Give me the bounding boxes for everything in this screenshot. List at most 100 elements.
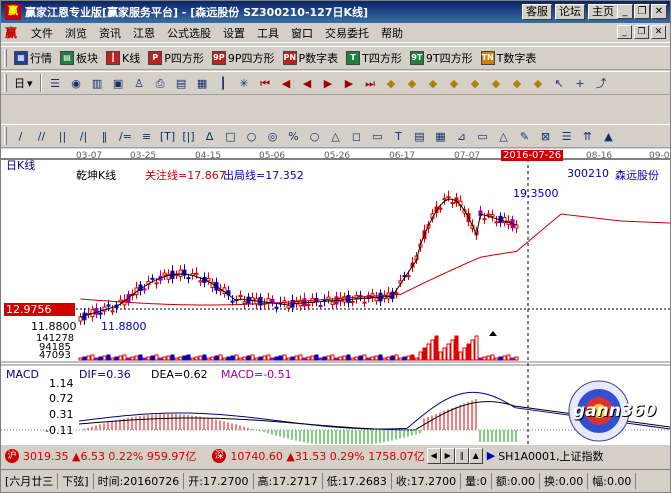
period-select[interactable]: 日 ▾ bbox=[10, 75, 37, 91]
close-icon[interactable]: ✕ bbox=[651, 4, 667, 19]
volume-bar bbox=[346, 354, 351, 361]
draw-pen-icon[interactable]: ✎ bbox=[516, 128, 533, 145]
draw-rect-icon[interactable]: □ bbox=[222, 128, 239, 145]
draw-text-icon[interactable]: T bbox=[390, 128, 407, 145]
volume-bar bbox=[282, 354, 287, 361]
scroll-right-icon[interactable]: ▶ bbox=[440, 447, 455, 464]
draw-parallel-icon[interactable]: // bbox=[33, 128, 50, 145]
draw-channel-icon[interactable]: ‖ bbox=[96, 128, 113, 145]
minimize-icon[interactable]: _ bbox=[617, 4, 633, 19]
draw-vertical-icon[interactable]: || bbox=[54, 128, 71, 145]
save-icon[interactable]: ▦ bbox=[194, 75, 211, 92]
people-icon[interactable]: ♙ bbox=[131, 75, 148, 92]
volume-bar bbox=[250, 354, 255, 361]
diamond-next-icon[interactable]: ◆ bbox=[530, 75, 547, 92]
customer-service-link[interactable]: 客服 bbox=[522, 4, 552, 20]
draw-tri-icon[interactable]: △ bbox=[327, 128, 344, 145]
draw-circle-icon[interactable]: ○ bbox=[243, 128, 260, 145]
t-square-button[interactable]: T T四方形 bbox=[342, 50, 406, 66]
next-icon[interactable]: ▶ bbox=[341, 75, 358, 92]
mdi-restore-icon[interactable]: ❐ bbox=[634, 25, 649, 39]
draw-band-icon[interactable]: ▭ bbox=[474, 128, 491, 145]
draw-box-icon[interactable]: ◻ bbox=[348, 128, 365, 145]
step-forward-icon[interactable]: ▶ bbox=[320, 75, 337, 92]
draw-ellipse-icon[interactable]: ○ bbox=[306, 128, 323, 145]
menu-window[interactable]: 窗口 bbox=[285, 25, 319, 41]
pause-icon[interactable]: ‖ bbox=[454, 447, 469, 464]
mdi-close-icon[interactable]: ✕ bbox=[651, 25, 666, 39]
kline-chart[interactable]: 03-07 03-25 04-15 05-06 05-26 06-17 07-0… bbox=[1, 149, 670, 444]
menu-news[interactable]: 资讯 bbox=[93, 25, 127, 41]
menu-help[interactable]: 帮助 bbox=[375, 25, 409, 41]
draw-mark-icon[interactable]: ▲ bbox=[600, 128, 617, 145]
mdi-minimize-icon[interactable]: _ bbox=[617, 25, 632, 39]
stats-icon[interactable]: ▥ bbox=[89, 75, 106, 92]
screen-icon[interactable]: ▣ bbox=[110, 75, 127, 92]
draw-period-icon[interactable]: [|] bbox=[180, 128, 197, 145]
line-tool-icon[interactable]: ⤴ bbox=[593, 75, 610, 92]
menu-settings[interactable]: 设置 bbox=[217, 25, 251, 41]
sectors-button[interactable]: ▤ 板块 bbox=[56, 50, 102, 66]
up-icon[interactable]: ▲ bbox=[468, 447, 483, 464]
draw-line-icon[interactable]: / bbox=[12, 128, 29, 145]
p-number-table-button[interactable]: PN P数字表 bbox=[279, 50, 343, 66]
diamond-right-icon[interactable]: ◆ bbox=[467, 75, 484, 92]
zoom-icon[interactable]: ✳ bbox=[236, 75, 253, 92]
chart-icon[interactable]: ◉ bbox=[68, 75, 85, 92]
draw-fibonacci-icon[interactable]: ≡ bbox=[138, 128, 155, 145]
diamond-up-icon[interactable]: ◆ bbox=[404, 75, 421, 92]
restore-icon[interactable]: ❐ bbox=[634, 4, 650, 19]
draw-time-icon[interactable]: [T] bbox=[159, 128, 176, 145]
menu-trade[interactable]: 交易委托 bbox=[319, 25, 375, 41]
scroll-left-icon[interactable]: ◀ bbox=[426, 447, 441, 464]
p-square-button[interactable]: P P四方形 bbox=[144, 50, 208, 66]
quotes-button[interactable]: ▦ 行情 bbox=[10, 50, 56, 66]
draw-delete-icon[interactable]: ⊠ bbox=[537, 128, 554, 145]
draw-list-icon[interactable]: ☰ bbox=[558, 128, 575, 145]
goto-start-icon[interactable]: ⏮ bbox=[257, 75, 274, 92]
cursor-icon[interactable]: ↖ bbox=[551, 75, 568, 92]
sz-index[interactable]: 深 10740.60 ▲31.53 0.29% 1758.07亿 bbox=[212, 448, 425, 464]
homepage-link[interactable]: 主页 bbox=[588, 4, 618, 20]
9p-square-button[interactable]: 9P 9P四方形 bbox=[208, 50, 279, 66]
draw-rectangle-icon[interactable]: ▭ bbox=[369, 128, 386, 145]
step-back-icon[interactable]: ◀ bbox=[299, 75, 316, 92]
draw-up-arrow-icon[interactable]: ⇈ bbox=[579, 128, 596, 145]
menu-tools[interactable]: 工具 bbox=[251, 25, 285, 41]
sh-index[interactable]: 沪 3019.35 ▲6.53 0.22% 959.97亿 bbox=[5, 448, 196, 464]
quote-open: 开:17.2700 bbox=[184, 472, 254, 489]
prev-icon[interactable]: ◀ bbox=[278, 75, 295, 92]
indicator-icon[interactable]: ┃ bbox=[215, 75, 232, 92]
crosshair-icon[interactable]: + bbox=[572, 75, 589, 92]
menu-gann[interactable]: 江恩 bbox=[127, 25, 161, 41]
forum-link[interactable]: 论坛 bbox=[555, 4, 585, 20]
draw-trend-icon[interactable]: /= bbox=[117, 128, 134, 145]
draw-ray-icon[interactable]: /| bbox=[75, 128, 92, 145]
list-icon[interactable]: ☰ bbox=[47, 75, 64, 92]
candle-body bbox=[142, 288, 147, 291]
menu-file[interactable]: 文件 bbox=[25, 25, 59, 41]
kline-button[interactable]: ┃ K线 bbox=[102, 50, 144, 66]
diamond-prev-icon[interactable]: ◆ bbox=[383, 75, 400, 92]
diamond-down-icon[interactable]: ◆ bbox=[425, 75, 442, 92]
diamond-first-icon[interactable]: ◆ bbox=[488, 75, 505, 92]
draw-percent-icon[interactable]: % bbox=[285, 128, 302, 145]
diamond-last-icon[interactable]: ◆ bbox=[509, 75, 526, 92]
menu-browse[interactable]: 浏览 bbox=[59, 25, 93, 41]
candles-group bbox=[78, 190, 519, 325]
volume-bar bbox=[162, 356, 167, 361]
volume-bar bbox=[230, 355, 235, 361]
t-number-table-button[interactable]: TN T数字表 bbox=[477, 50, 541, 66]
draw-gann-grid-icon[interactable]: ▦ bbox=[432, 128, 449, 145]
draw-angle-icon[interactable]: ⊿ bbox=[453, 128, 470, 145]
menu-formula[interactable]: 公式选股 bbox=[161, 25, 217, 41]
open-icon[interactable]: ▤ bbox=[173, 75, 190, 92]
draw-target-icon[interactable]: ◎ bbox=[264, 128, 281, 145]
draw-triangle-icon[interactable]: ∆ bbox=[201, 128, 218, 145]
9t-square-button[interactable]: 9T 9T四方形 bbox=[406, 50, 477, 66]
print-icon[interactable]: ⎙ bbox=[152, 75, 169, 92]
diamond-left-icon[interactable]: ◆ bbox=[446, 75, 463, 92]
draw-grid-icon[interactable]: ▤ bbox=[411, 128, 428, 145]
goto-end-icon[interactable]: ⏭ bbox=[362, 75, 379, 92]
draw-up-icon[interactable]: △ bbox=[495, 128, 512, 145]
